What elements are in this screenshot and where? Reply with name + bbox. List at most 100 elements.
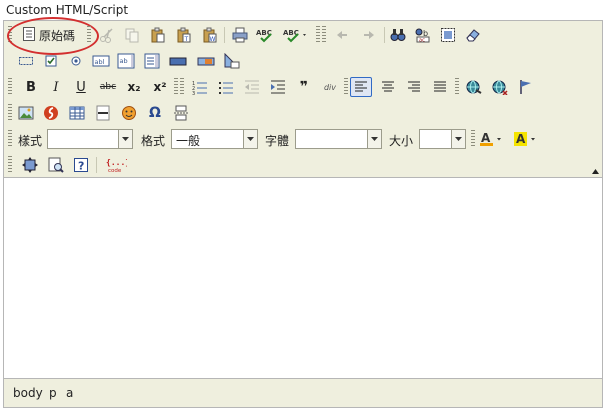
toolbar-grip[interactable] [322, 26, 326, 44]
toolbar-grip[interactable] [471, 130, 475, 148]
path-item-p[interactable]: p [49, 386, 57, 400]
strikethrough-button[interactable]: abc [98, 77, 118, 97]
link-globe-icon [465, 79, 483, 95]
toolbar-separator [224, 27, 225, 43]
paste-word-button[interactable]: W [200, 25, 220, 45]
select-all-button[interactable] [438, 25, 458, 45]
flash-button[interactable] [41, 103, 61, 123]
toolbar-row-6: ? {...}code [4, 153, 602, 177]
numbered-list-button[interactable]: 123 [190, 77, 210, 97]
triangle-up-icon [592, 163, 599, 177]
maximize-button[interactable] [20, 155, 40, 175]
redo-icon [361, 27, 377, 43]
text-color-button[interactable]: A [478, 129, 506, 149]
radio-button[interactable] [66, 51, 86, 71]
bulleted-list-icon [218, 79, 234, 95]
button-field-button[interactable] [168, 51, 188, 71]
image-button-field-button[interactable] [196, 51, 216, 71]
editor-toolbar: 原始碼 T W ABC ABC b ac abl ab B I U abc x₂… [4, 17, 602, 177]
hidden-field-icon [224, 53, 240, 69]
copy-button[interactable] [122, 25, 142, 45]
font-select[interactable] [295, 129, 382, 149]
justify-button[interactable] [430, 77, 450, 97]
code-snippet-button[interactable]: {...}code [104, 155, 128, 175]
find-button[interactable] [388, 25, 408, 45]
page-break-button[interactable] [171, 103, 191, 123]
toolbar-grip[interactable] [455, 78, 459, 96]
style-select[interactable] [47, 129, 133, 149]
increase-indent-button[interactable] [268, 77, 288, 97]
size-label: 大小 [389, 134, 414, 148]
blockquote-button[interactable]: ❞ [294, 77, 314, 97]
toolbar-grip[interactable] [174, 78, 178, 96]
chevron-down-icon [367, 130, 381, 148]
smiley-icon [121, 105, 137, 121]
help-button[interactable]: ? [71, 155, 91, 175]
spellcheck-icon: ABC [256, 27, 274, 43]
path-item-a[interactable]: a [66, 386, 73, 400]
cut-button[interactable] [97, 25, 117, 45]
link-button[interactable] [464, 77, 484, 97]
table-button[interactable] [67, 103, 87, 123]
toolbar-grip[interactable] [87, 26, 91, 44]
anchor-button[interactable] [516, 77, 536, 97]
undo-button[interactable] [332, 25, 352, 45]
toolbar-grip[interactable] [180, 78, 184, 96]
page-break-icon [173, 105, 189, 121]
align-center-button[interactable] [378, 77, 398, 97]
path-item-body[interactable]: body [13, 386, 43, 400]
text-field-icon: abl [92, 53, 110, 69]
show-blocks-button[interactable] [46, 155, 66, 175]
bold-button[interactable]: B [21, 77, 41, 97]
form-icon [18, 53, 34, 69]
spellcheck-button[interactable]: ABC [255, 25, 275, 45]
replace-button[interactable]: b ac [413, 25, 433, 45]
horizontal-rule-button[interactable] [93, 103, 113, 123]
special-char-button[interactable]: Ω [145, 103, 165, 123]
toolbar-grip[interactable] [8, 130, 12, 148]
hidden-field-button[interactable] [222, 51, 242, 71]
paste-text-icon: T [176, 27, 192, 43]
print-button[interactable] [230, 25, 250, 45]
toolbar-grip[interactable] [8, 78, 12, 96]
textarea-button[interactable]: ab [116, 51, 136, 71]
superscript-button[interactable]: x² [150, 77, 170, 97]
font-label: 字體 [265, 134, 290, 148]
editor-content-area[interactable] [4, 177, 602, 379]
background-color-button[interactable]: A [512, 129, 540, 149]
text-field-button[interactable]: abl [91, 51, 111, 71]
toolbar-grip[interactable] [316, 26, 320, 44]
bulleted-list-button[interactable] [216, 77, 236, 97]
toolbar-grip[interactable] [8, 156, 12, 174]
size-select[interactable] [419, 129, 466, 149]
underline-button[interactable]: U [71, 77, 91, 97]
align-left-button[interactable] [350, 77, 372, 97]
subscript-button[interactable]: x₂ [124, 77, 144, 97]
smiley-button[interactable] [119, 103, 139, 123]
select-all-icon [440, 27, 456, 43]
unlink-globe-icon [491, 79, 509, 95]
checkbox-button[interactable] [41, 51, 61, 71]
collapse-toolbar-button[interactable] [591, 165, 600, 174]
align-left-icon [354, 80, 368, 94]
select-field-button[interactable] [142, 51, 162, 71]
redo-button[interactable] [359, 25, 379, 45]
format-select[interactable]: 一般 [171, 129, 258, 149]
form-button[interactable] [16, 51, 36, 71]
decrease-indent-button[interactable] [242, 77, 262, 97]
svg-text:?: ? [78, 160, 84, 173]
image-button[interactable] [16, 103, 36, 123]
indent-icon [270, 79, 286, 95]
remove-format-button[interactable] [463, 25, 483, 45]
toolbar-grip[interactable] [8, 104, 12, 122]
paste-text-button[interactable]: T [174, 25, 194, 45]
flash-icon [43, 105, 59, 121]
unlink-button[interactable] [490, 77, 510, 97]
create-div-button[interactable]: div [320, 77, 340, 97]
spellcheck-as-you-type-button[interactable]: ABC [282, 25, 310, 45]
italic-button[interactable]: I [46, 77, 66, 97]
toolbar-row-4: Ω [4, 101, 602, 125]
paste-button[interactable] [148, 25, 168, 45]
toolbar-grip[interactable] [344, 78, 348, 96]
align-right-button[interactable] [404, 77, 424, 97]
